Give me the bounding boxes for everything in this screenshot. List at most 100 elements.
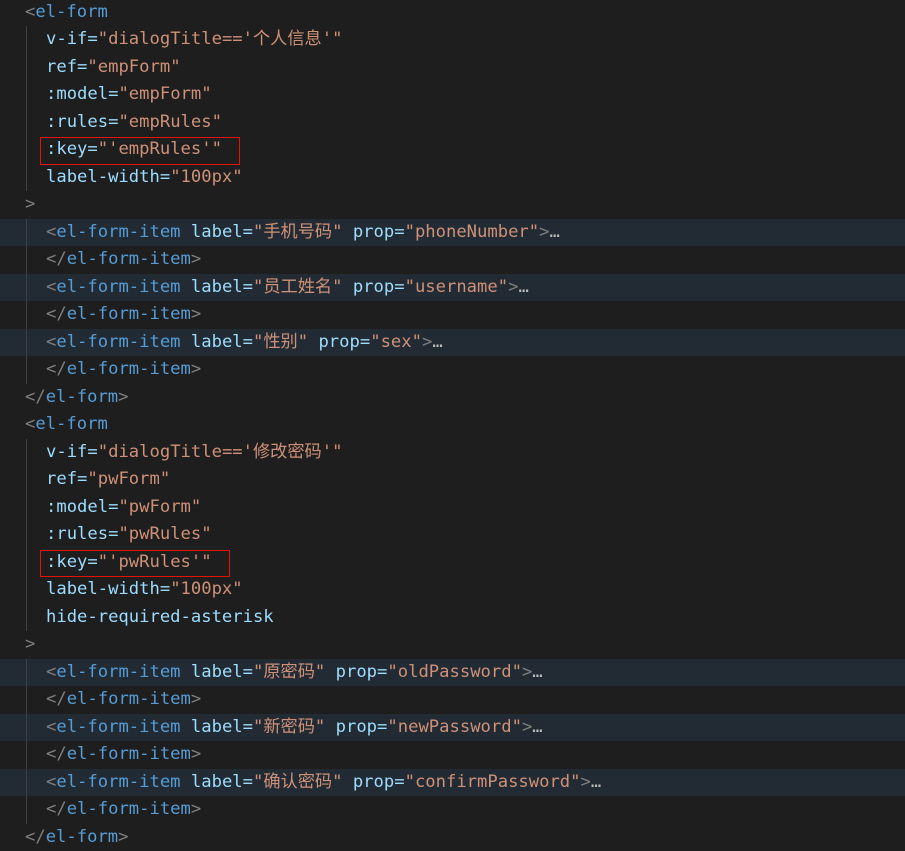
code-line[interactable]: label-width="100px": [0, 164, 905, 192]
code-line[interactable]: :rules="empRules": [0, 109, 905, 137]
code-line-text: <el-form-item label="新密码" prop="newPassw…: [46, 714, 543, 742]
code-token: <: [46, 276, 57, 297]
code-line[interactable]: <el-form-item label="确认密码" prop="confirm…: [0, 768, 905, 797]
folded-ellipsis-icon[interactable]: …: [532, 662, 542, 682]
code-token: >: [118, 826, 129, 847]
code-token: </: [25, 386, 46, 407]
code-line[interactable]: </el-form-item>: [0, 686, 905, 714]
code-token: </: [46, 689, 67, 709]
code-line[interactable]: </el-form-item>: [0, 741, 905, 769]
code-token: "100px": [170, 579, 243, 599]
code-token: =: [159, 166, 171, 187]
folded-ellipsis-icon[interactable]: …: [591, 772, 601, 792]
code-line-text: label-width="100px": [46, 164, 243, 192]
code-token: "手机号码": [253, 221, 343, 242]
code-line[interactable]: <el-form-item label="员工姓名" prop="usernam…: [0, 273, 905, 301]
code-token: >: [190, 249, 202, 269]
code-token: >: [118, 386, 129, 407]
code-line[interactable]: hide-required-asterisk: [0, 604, 905, 632]
code-token: label-width: [46, 579, 160, 599]
code-token: </: [46, 249, 67, 269]
code-token: el-form-item: [66, 689, 191, 709]
code-line-text: <el-form: [25, 411, 108, 439]
code-token: </: [46, 359, 67, 379]
indent-guide: [25, 218, 27, 384]
code-line[interactable]: </el-form>: [0, 384, 905, 412]
code-token: prop: [335, 716, 378, 737]
code-token: =: [242, 221, 254, 242]
code-token: el-form: [35, 414, 108, 434]
code-token: "原密码": [253, 661, 326, 682]
code-line[interactable]: :rules="pwRules": [0, 521, 905, 549]
code-line[interactable]: >: [0, 191, 905, 219]
code-line-text: <el-form-item label="手机号码" prop="phoneNu…: [46, 219, 560, 247]
code-line[interactable]: </el-form-item>: [0, 246, 905, 274]
code-token: >: [190, 799, 202, 819]
code-line[interactable]: </el-form-item>: [0, 796, 905, 824]
folded-ellipsis-icon[interactable]: …: [532, 717, 542, 737]
code-line[interactable]: ref="empForm": [0, 54, 905, 82]
code-line[interactable]: >: [0, 631, 905, 659]
code-token: "员工姓名": [253, 276, 343, 297]
code-token: hide-required-asterisk: [46, 606, 274, 627]
folded-ellipsis-icon[interactable]: …: [518, 277, 528, 297]
code-token: "100px": [170, 166, 243, 187]
code-token: el-form-item: [66, 799, 191, 819]
code-token: =: [77, 469, 88, 489]
code-line[interactable]: v-if="dialogTitle=='修改密码'": [0, 439, 905, 467]
code-line[interactable]: <el-form-item label="手机号码" prop="phoneNu…: [0, 218, 905, 247]
code-token: <: [46, 771, 57, 792]
code-token: "empForm": [118, 84, 212, 104]
code-token: "dialogTitle=='修改密码'": [97, 441, 343, 462]
code-token: >: [190, 689, 202, 709]
code-token: =: [77, 56, 88, 77]
code-token: =: [87, 441, 98, 462]
code-token: =: [394, 771, 405, 792]
code-line[interactable]: </el-form-item>: [0, 356, 905, 384]
code-line-text: ref="empForm": [46, 54, 181, 82]
code-line-text: </el-form>: [25, 384, 129, 412]
code-token: el-form: [35, 1, 108, 22]
code-token: :rules: [46, 524, 109, 544]
code-line-text: :rules="pwRules": [46, 521, 212, 549]
code-line[interactable]: <el-form-item label="原密码" prop="oldPassw…: [0, 658, 905, 686]
code-line[interactable]: v-if="dialogTitle=='个人信息'": [0, 26, 905, 54]
code-line[interactable]: ref="pwForm": [0, 466, 905, 494]
code-token: ref: [46, 56, 78, 77]
code-line[interactable]: :model="empForm": [0, 81, 905, 109]
folded-ellipsis-icon[interactable]: …: [549, 222, 559, 242]
highlight-box: [40, 549, 230, 577]
folded-ellipsis-icon[interactable]: …: [432, 332, 442, 352]
code-token: :model: [46, 496, 109, 517]
code-line[interactable]: <el-form-item label="新密码" prop="newPassw…: [0, 713, 905, 742]
code-line[interactable]: <el-form: [0, 0, 905, 26]
code-line[interactable]: </el-form-item>: [0, 301, 905, 329]
code-line[interactable]: <el-form: [0, 411, 905, 439]
code-line-text: </el-form-item>: [46, 741, 201, 769]
code-line[interactable]: <el-form-item label="性别" prop="sex">…: [0, 328, 905, 356]
code-token: =: [377, 716, 388, 737]
code-token: label: [190, 771, 243, 792]
code-token: el-form-item: [56, 771, 181, 792]
code-token: label: [190, 221, 243, 242]
code-token: ref: [46, 469, 78, 489]
code-token: =: [242, 771, 254, 792]
code-line[interactable]: label-width="100px": [0, 576, 905, 604]
code-token: "sex": [370, 331, 422, 352]
code-token: v-if: [46, 29, 88, 49]
code-line[interactable]: </el-form>: [0, 824, 905, 851]
code-token: "empForm": [87, 56, 181, 77]
code-editor[interactable]: <el-form v-if="dialogTitle=='个人信息'" ref="e…: [0, 0, 905, 851]
code-line[interactable]: :model="pwForm": [0, 494, 905, 522]
code-token: el-form-item: [66, 304, 191, 324]
code-line-text: <el-form-item label="确认密码" prop="confirm…: [46, 769, 601, 797]
code-token: "username": [404, 276, 509, 297]
